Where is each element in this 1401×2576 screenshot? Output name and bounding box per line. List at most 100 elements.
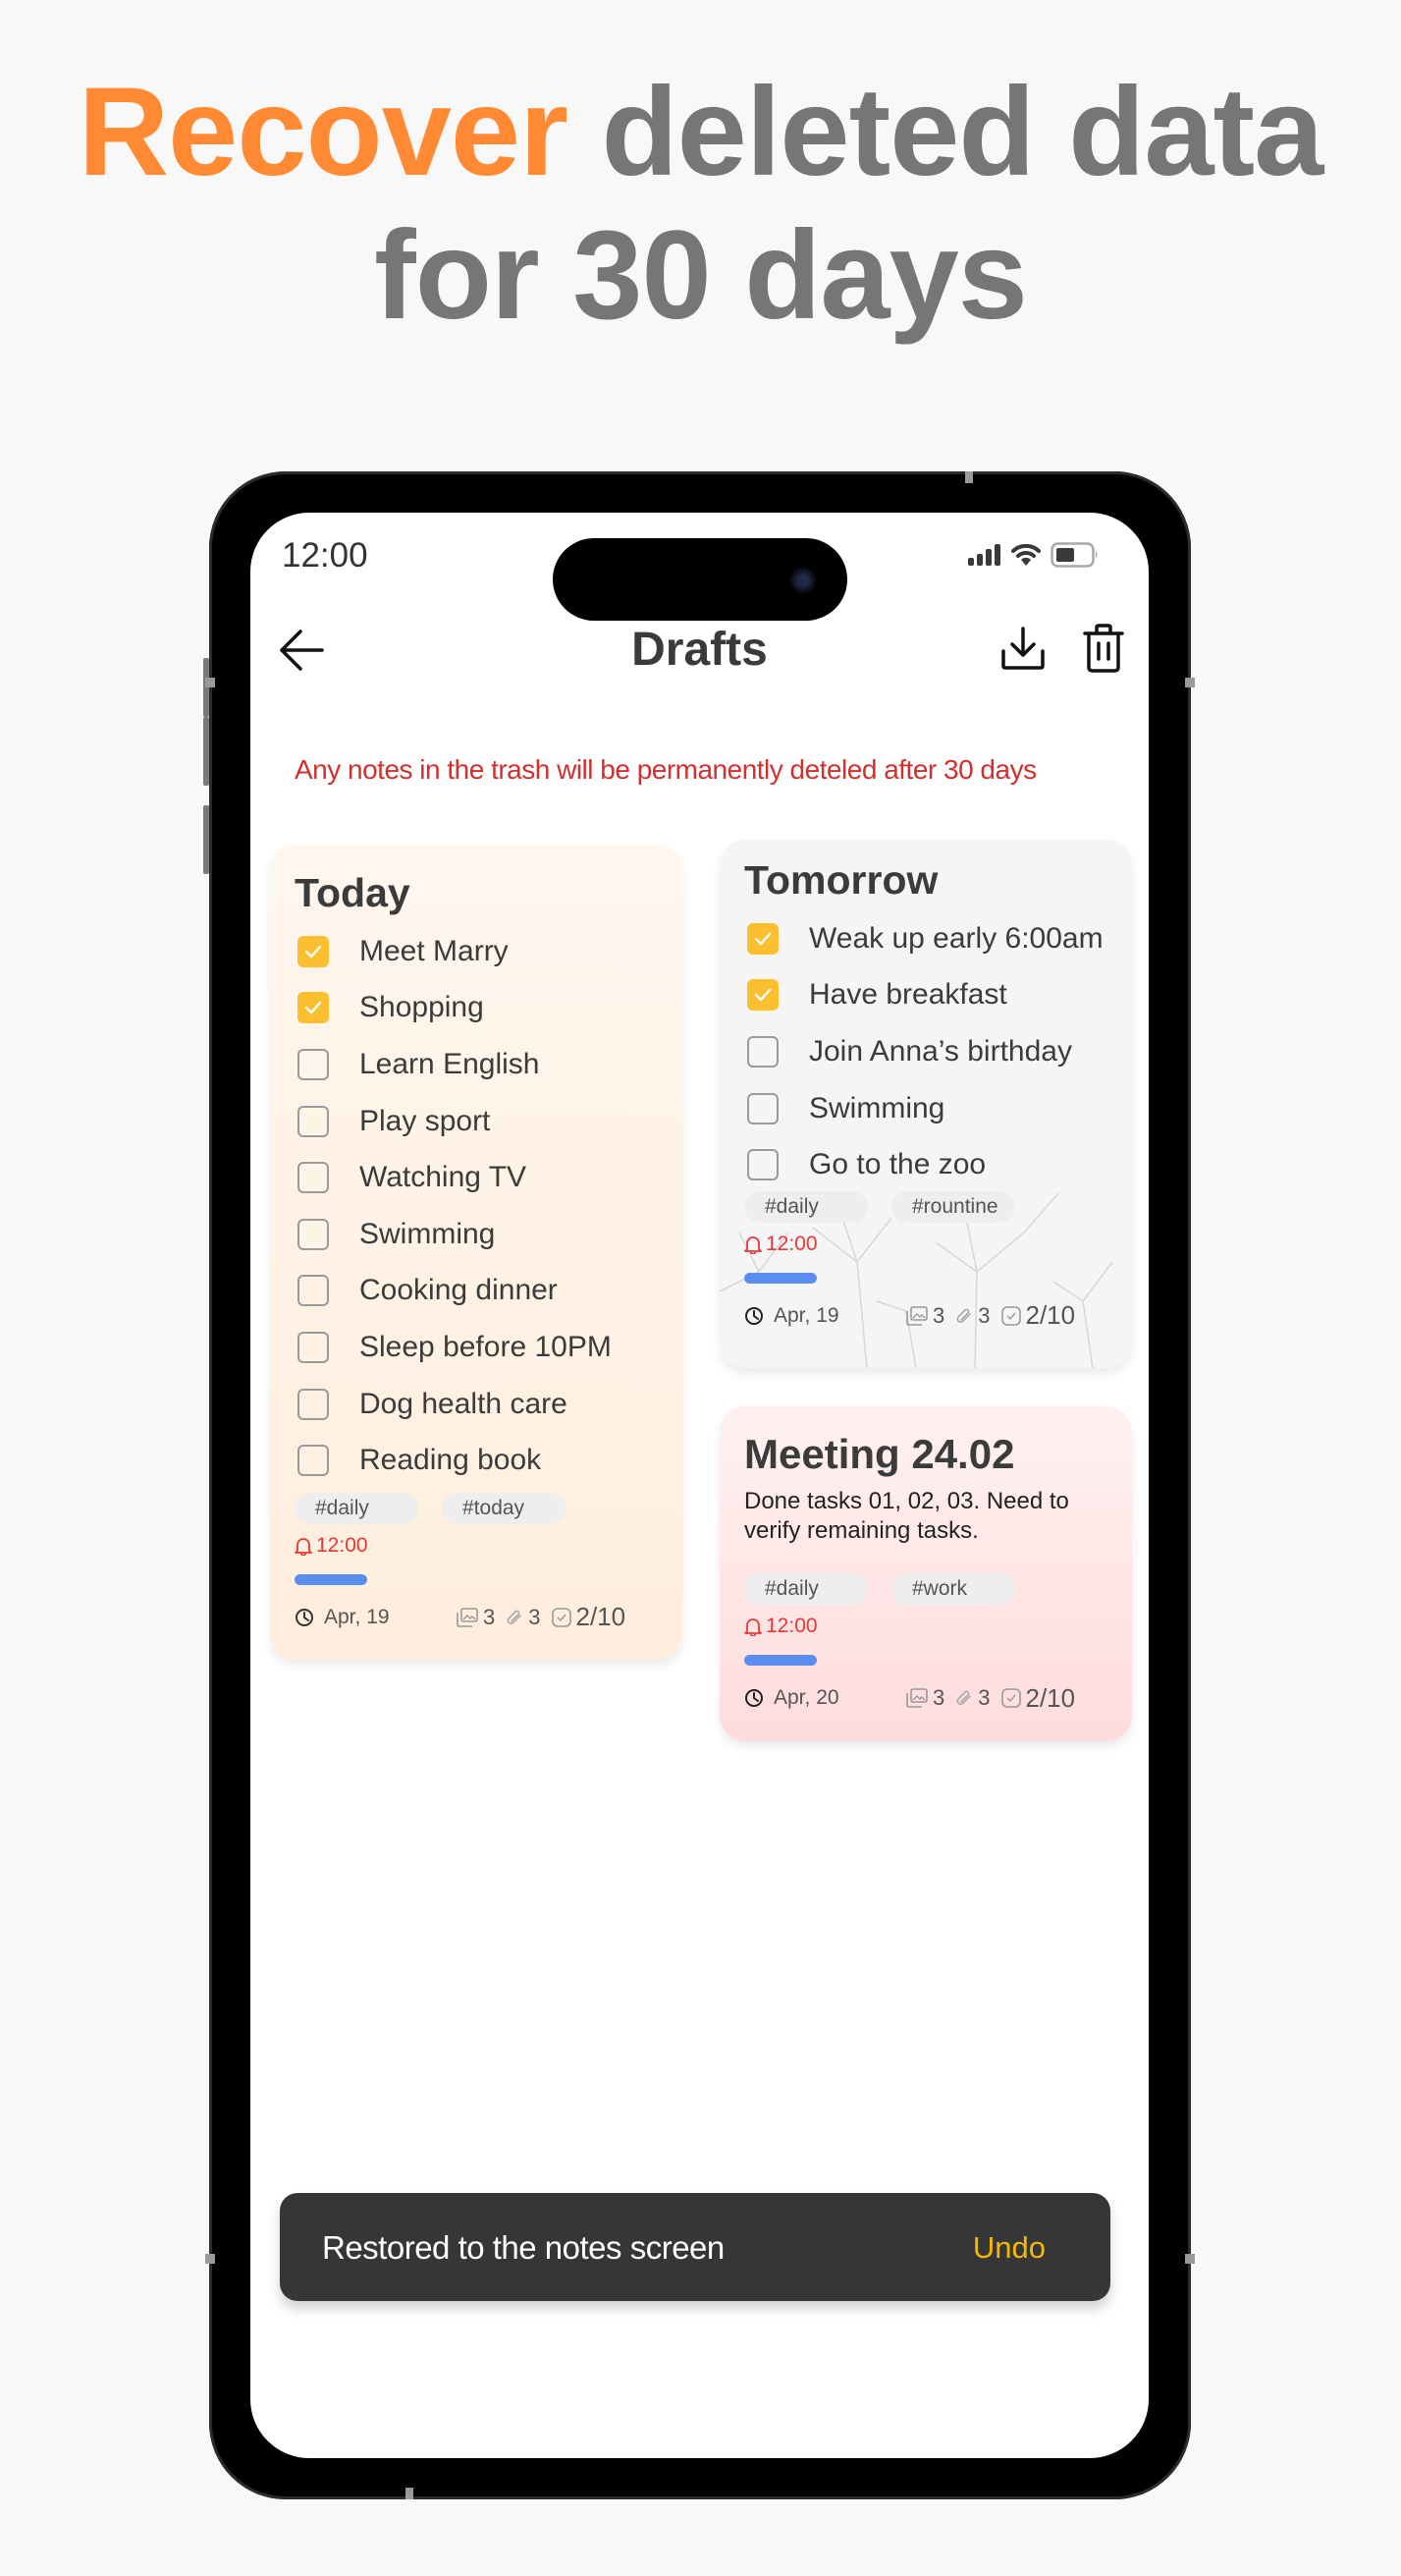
checklist-item-label: Swimming <box>359 1217 496 1250</box>
headline-line-2: for 30 days <box>374 205 1028 346</box>
bell-icon <box>744 1236 762 1254</box>
checklist-item-label: Swimming <box>809 1091 945 1124</box>
trash-warning: Any notes in the trash will be permanent… <box>295 754 1037 785</box>
checklist-item[interactable]: Swimming <box>744 1080 1132 1137</box>
checkbox-unchecked[interactable] <box>297 1048 329 1080</box>
checkbox-unchecked[interactable] <box>297 1445 329 1477</box>
checkbox-unchecked[interactable] <box>297 1105 329 1137</box>
checkbox-unchecked[interactable] <box>297 1331 329 1363</box>
download-button[interactable] <box>994 619 1052 678</box>
note-card-meeting[interactable]: Meeting 24.02 Done tasks 01, 02, 03. Nee… <box>720 1406 1132 1741</box>
tag[interactable]: #rountine <box>891 1190 1015 1223</box>
paperclip-icon <box>507 1610 522 1624</box>
checklist-item[interactable]: Cooking dinner <box>295 1263 682 1320</box>
snackbar: Restored to the notes screen Undo <box>280 2193 1110 2301</box>
note-body: Done tasks 01, 02, 03. Need to verify re… <box>744 1488 1069 1544</box>
image-count: 3 <box>483 1604 496 1629</box>
images-icon <box>906 1688 928 1708</box>
phone-frame-tick <box>405 2488 413 2499</box>
checklist-item[interactable]: Reading book <box>295 1432 682 1489</box>
checklist-item-label: Dog health care <box>359 1387 567 1420</box>
checkbox-unchecked[interactable] <box>297 1162 329 1194</box>
checkbox-unchecked[interactable] <box>747 1092 779 1124</box>
phone-side-button <box>203 658 209 717</box>
trash-icon <box>1083 624 1124 673</box>
checklist-item[interactable]: Play sport <box>295 1093 682 1150</box>
tag[interactable]: #daily <box>744 1190 868 1223</box>
checklist-item-label: Watching TV <box>359 1161 527 1194</box>
phone-screen: 12:00 Drafts Any notes in the trash will… <box>250 513 1149 2458</box>
checkmark-icon <box>304 1002 322 1014</box>
progress-bar <box>744 1272 817 1284</box>
checkbox-unchecked[interactable] <box>747 1035 779 1068</box>
checklist-item[interactable]: Learn English <box>295 1036 682 1093</box>
checklist-item[interactable]: Dog health care <box>295 1376 682 1433</box>
phone-volume-down-button <box>203 805 209 874</box>
checklist-item-label: Go to the zoo <box>809 1148 987 1181</box>
note-title: Today <box>295 870 410 915</box>
checklist-item[interactable]: Weak up early 6:00am <box>744 910 1132 967</box>
image-count: 3 <box>933 1685 945 1710</box>
attachment-count: 3 <box>978 1685 991 1710</box>
tag[interactable]: #today <box>442 1492 566 1524</box>
checkbox-checked[interactable] <box>747 922 779 955</box>
checklist-item[interactable]: Join Anna’s birthday <box>744 1023 1132 1080</box>
phone-frame: 12:00 Drafts Any notes in the trash will… <box>203 471 1195 2499</box>
battery-icon <box>1051 542 1098 568</box>
clock-icon <box>745 1689 763 1707</box>
tag[interactable]: #daily <box>295 1492 418 1524</box>
reminder: 12:00 <box>744 1233 1132 1256</box>
note-date: Apr, 19 <box>774 1303 839 1327</box>
note-title: Tomorrow <box>744 857 939 903</box>
checkbox-unchecked[interactable] <box>297 1218 329 1250</box>
status-time: 12:00 <box>282 536 368 575</box>
phone-frame-tick <box>1185 2254 1195 2264</box>
status-icons <box>968 542 1100 568</box>
checkbox-unchecked[interactable] <box>747 1149 779 1181</box>
task-check-icon <box>1000 1306 1021 1326</box>
checklist-item-label: Cooking dinner <box>359 1274 558 1307</box>
checklist-item[interactable]: Watching TV <box>295 1149 682 1206</box>
phone-frame-tick <box>205 2254 215 2264</box>
checklist-item[interactable]: Shopping <box>295 980 682 1037</box>
undo-button[interactable]: Undo <box>973 2230 1046 2266</box>
note-meta: Apr, 20 3 3 2/10 <box>744 1683 1132 1713</box>
checkbox-checked[interactable] <box>297 935 329 967</box>
signal-icon <box>968 544 1000 566</box>
bell-icon <box>295 1538 312 1556</box>
note-card-today[interactable]: Today Meet Marry Shopping Learn English Pla… <box>270 845 682 1660</box>
note-date: Apr, 19 <box>324 1605 390 1628</box>
checklist-item-label: Meet Marry <box>359 934 509 967</box>
checklist-item[interactable]: Have breakfast <box>744 967 1132 1024</box>
checkbox-checked[interactable] <box>297 992 329 1024</box>
checklist-item[interactable]: Go to the zoo <box>744 1136 1132 1193</box>
checklist: Meet Marry Shopping Learn English Play spor… <box>295 923 682 1489</box>
delete-button[interactable] <box>1074 619 1133 678</box>
tag[interactable]: #work <box>891 1573 1015 1605</box>
note-card-tomorrow[interactable]: Tomorrow Weak up early 6:00am Have breakf… <box>720 840 1132 1368</box>
note-date: Apr, 20 <box>774 1686 839 1709</box>
note-meta: Apr, 19 3 3 2/10 <box>744 1300 1132 1331</box>
checklist-item-label: Weak up early 6:00am <box>809 921 1104 955</box>
attachment-count: 3 <box>978 1302 991 1328</box>
checklist-item-label: Play sport <box>359 1104 491 1137</box>
task-check-icon <box>551 1608 571 1627</box>
headline: Recover deleted data for 30 days <box>0 61 1401 348</box>
checkbox-unchecked[interactable] <box>297 1275 329 1307</box>
checklist: Weak up early 6:00am Have breakfast Join A… <box>744 910 1132 1193</box>
checklist-item[interactable]: Swimming <box>295 1206 682 1263</box>
checklist-item[interactable]: Sleep before 10PM <box>295 1319 682 1376</box>
headline-line-1: Recover deleted data <box>0 61 1401 204</box>
checkbox-unchecked[interactable] <box>297 1388 329 1420</box>
clock-icon <box>296 1608 313 1626</box>
note-meta: Apr, 19 3 3 2/10 <box>295 1602 682 1632</box>
wifi-icon <box>1011 544 1041 566</box>
image-count: 3 <box>933 1302 945 1328</box>
phone-frame-tick <box>205 678 215 687</box>
tag[interactable]: #daily <box>744 1573 868 1605</box>
task-progress: 2/10 <box>1025 1300 1076 1331</box>
task-progress: 2/10 <box>575 1602 626 1632</box>
checklist-item-label: Sleep before 10PM <box>359 1330 612 1363</box>
checkbox-checked[interactable] <box>747 979 779 1012</box>
checklist-item[interactable]: Meet Marry <box>295 923 682 980</box>
